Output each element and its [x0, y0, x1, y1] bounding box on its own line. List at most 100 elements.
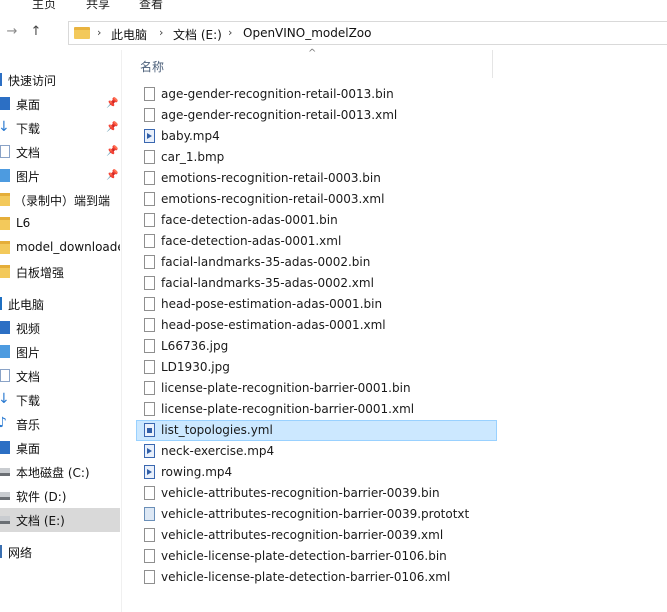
- nav-item-network[interactable]: 网络: [0, 540, 120, 564]
- network-icon: [0, 545, 2, 558]
- pin-icon[interactable]: 📌: [106, 170, 118, 181]
- nav-item-music[interactable]: ♪ 音乐: [0, 412, 120, 436]
- pin-icon[interactable]: 📌: [106, 146, 118, 157]
- pin-icon[interactable]: 📌: [106, 122, 118, 133]
- drive-icon: [0, 492, 10, 500]
- breadcrumb-separator-icon[interactable]: ›: [159, 26, 163, 39]
- list-item[interactable]: vehicle-attributes-recognition-barrier-0…: [136, 504, 497, 525]
- pane-divider[interactable]: [121, 50, 122, 612]
- list-item[interactable]: age-gender-recognition-retail-0013.xml: [136, 105, 497, 126]
- forward-arrow-icon[interactable]: →: [4, 24, 20, 40]
- file-icon: [144, 570, 155, 584]
- file-icon: [144, 318, 155, 332]
- nav-item-drive-c[interactable]: 本地磁盘 (C:): [0, 460, 120, 484]
- breadcrumb-separator-icon[interactable]: ›: [97, 26, 101, 39]
- list-item[interactable]: baby.mp4: [136, 126, 497, 147]
- download-icon: ↓: [0, 119, 10, 135]
- nav-item-pictures-pc[interactable]: 图片: [0, 340, 120, 364]
- navigation-pane: 快速访问 桌面 📌 ↓ 下载 📌 文档 📌 图片 📌 （录制中）端到端 L6 m…: [0, 62, 120, 612]
- video-file-icon: [144, 129, 155, 143]
- nav-item-model-downloader[interactable]: model_downloade: [0, 236, 120, 260]
- folder-icon: [0, 217, 10, 230]
- nav-item-whiteboard[interactable]: 白板增强: [0, 260, 120, 284]
- tab-view[interactable]: 查看: [139, 0, 163, 12]
- tab-home[interactable]: 主页: [32, 0, 56, 12]
- list-item[interactable]: facial-landmarks-35-adas-0002.bin: [136, 252, 497, 273]
- list-item[interactable]: vehicle-license-plate-detection-barrier-…: [136, 546, 497, 567]
- list-item[interactable]: vehicle-attributes-recognition-barrier-0…: [136, 525, 497, 546]
- yml-file-icon: [144, 423, 155, 437]
- list-item-selected[interactable]: list_topologies.yml: [136, 420, 497, 441]
- breadcrumb-this-pc[interactable]: 此电脑: [111, 26, 147, 43]
- up-arrow-icon[interactable]: ↑: [28, 24, 44, 40]
- list-item[interactable]: facial-landmarks-35-adas-0002.xml: [136, 273, 497, 294]
- file-icon: [144, 234, 155, 248]
- address-bar[interactable]: › 此电脑 › 文档 (E:) › OpenVINO_modelZoo: [68, 21, 667, 45]
- breadcrumb-current-folder[interactable]: OpenVINO_modelZoo: [243, 26, 372, 40]
- nav-item-downloads-pc[interactable]: ↓ 下载: [0, 388, 120, 412]
- nav-item-drive-d[interactable]: 软件 (D:): [0, 484, 120, 508]
- pictures-icon: [0, 169, 10, 182]
- document-icon: [0, 369, 10, 382]
- file-icon: [144, 297, 155, 311]
- folder-icon: [0, 241, 10, 254]
- nav-item-videos[interactable]: 视频: [0, 316, 120, 340]
- nav-item-documents[interactable]: 文档 📌: [0, 140, 120, 164]
- column-header-name[interactable]: ^ 名称: [136, 48, 494, 78]
- list-item[interactable]: vehicle-license-plate-detection-barrier-…: [136, 567, 497, 588]
- file-icon: [144, 150, 155, 164]
- nav-item-recording-folder[interactable]: （录制中）端到端: [0, 188, 120, 212]
- list-item[interactable]: license-plate-recognition-barrier-0001.x…: [136, 399, 497, 420]
- tab-share[interactable]: 共享: [86, 0, 110, 12]
- desktop-icon: [0, 97, 10, 110]
- list-item[interactable]: head-pose-estimation-adas-0001.bin: [136, 294, 497, 315]
- file-icon: [144, 87, 155, 101]
- list-item[interactable]: age-gender-recognition-retail-0013.bin: [136, 84, 497, 105]
- image-file-icon: [144, 339, 155, 353]
- image-file-icon: [144, 360, 155, 374]
- list-item[interactable]: face-detection-adas-0001.xml: [136, 231, 497, 252]
- list-item[interactable]: rowing.mp4: [136, 462, 497, 483]
- nav-item-l6[interactable]: L6: [0, 212, 120, 236]
- file-icon: [144, 381, 155, 395]
- list-item[interactable]: neck-exercise.mp4: [136, 441, 497, 462]
- folder-icon: [74, 27, 90, 39]
- nav-item-desktop-pc[interactable]: 桌面: [0, 436, 120, 460]
- list-item[interactable]: LD1930.jpg: [136, 357, 497, 378]
- nav-item-documents-pc[interactable]: 文档: [0, 364, 120, 388]
- drive-icon: [0, 516, 10, 524]
- nav-item-pictures[interactable]: 图片 📌: [0, 164, 120, 188]
- list-item[interactable]: emotions-recognition-retail-0003.xml: [136, 189, 497, 210]
- nav-item-desktop[interactable]: 桌面 📌: [0, 92, 120, 116]
- sort-ascending-icon: ^: [308, 48, 317, 59]
- pictures-icon: [0, 345, 10, 358]
- list-item[interactable]: face-detection-adas-0001.bin: [136, 210, 497, 231]
- file-icon: [144, 402, 155, 416]
- list-item[interactable]: L66736.jpg: [136, 336, 497, 357]
- nav-item-quick-access[interactable]: 快速访问: [0, 68, 120, 92]
- navigation-bar: → ↑ › 此电脑 › 文档 (E:) › OpenVINO_modelZoo: [0, 18, 667, 48]
- folder-icon: [0, 193, 10, 206]
- computer-icon: [0, 297, 2, 310]
- list-item[interactable]: emotions-recognition-retail-0003.bin: [136, 168, 497, 189]
- file-icon: [144, 108, 155, 122]
- star-icon: [0, 73, 2, 86]
- list-item[interactable]: head-pose-estimation-adas-0001.xml: [136, 315, 497, 336]
- breadcrumb-drive-e[interactable]: 文档 (E:): [173, 26, 222, 43]
- music-icon: ♪: [0, 415, 7, 431]
- list-item[interactable]: license-plate-recognition-barrier-0001.b…: [136, 378, 497, 399]
- nav-item-this-pc[interactable]: 此电脑: [0, 292, 120, 316]
- document-icon: [0, 145, 10, 158]
- list-item[interactable]: car_1.bmp: [136, 147, 497, 168]
- breadcrumb-separator-icon[interactable]: ›: [228, 26, 232, 39]
- folder-icon: [0, 265, 10, 278]
- column-resize-handle[interactable]: [492, 50, 493, 78]
- file-icon: [144, 171, 155, 185]
- nav-item-downloads[interactable]: ↓ 下载 📌: [0, 116, 120, 140]
- ribbon-tabs: 主页 共享 查看: [0, 0, 667, 14]
- nav-item-drive-e[interactable]: 文档 (E:): [0, 508, 120, 532]
- pin-icon[interactable]: 📌: [106, 98, 118, 109]
- file-icon: [144, 255, 155, 269]
- list-item[interactable]: vehicle-attributes-recognition-barrier-0…: [136, 483, 497, 504]
- download-icon: ↓: [0, 391, 10, 407]
